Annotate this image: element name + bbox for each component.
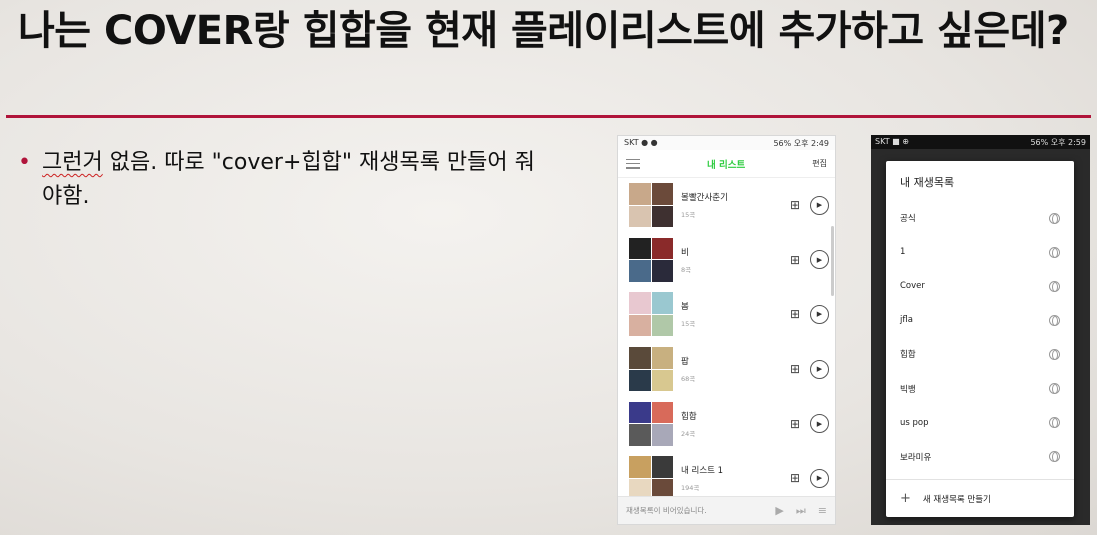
status-time: 56% 오후 2:49 (773, 139, 829, 148)
playlist-info: 봄 15곡 (681, 300, 788, 328)
playlist-row[interactable]: 힙합 24곡 ⊞ ▶ (618, 396, 835, 451)
plus-icon: + (900, 491, 911, 506)
album-art-thumbnail (629, 292, 673, 337)
playlist-row[interactable]: 봄 15곡 ⊞ ▶ (618, 287, 835, 342)
dialog-playlist-name: 보라미유 (900, 452, 932, 463)
new-playlist-button[interactable]: + 새 재생목록 만들기 (886, 479, 1074, 517)
dialog-playlist-row[interactable]: 1 (886, 235, 1074, 269)
playlist-dialog: 내 재생목록 공식 1 Cover jfla 힙합빅뱅 us pop 보라미유 + 새 재생… (886, 161, 1074, 517)
dialog-playlist-name: us pop (900, 417, 929, 428)
playlist-info: 비 8곡 (681, 246, 788, 274)
status-time: 56% 오후 2:59 (1030, 138, 1086, 147)
album-art-thumbnail (629, 456, 673, 501)
play-button[interactable]: ▶ (810, 414, 829, 434)
playlist-name: 볼빨간사춘기 (681, 193, 728, 204)
bullet-dot-icon: • (18, 150, 31, 175)
album-art-thumbnail (629, 347, 673, 392)
playlist-name: 봄 (681, 302, 689, 313)
title-divider (6, 115, 1091, 118)
gift-icon[interactable]: ⊞ (788, 307, 802, 321)
playlist-name: 힙합 (681, 411, 697, 422)
dialog-playlist-name: 힙합 (900, 350, 916, 361)
play-icon[interactable]: ▶ (775, 504, 783, 517)
album-art-thumbnail (629, 183, 673, 228)
play-button[interactable]: ▶ (810, 304, 829, 324)
hamburger-menu-icon[interactable] (626, 158, 640, 169)
phone-screenshot-playlist-dialog: SKT ■ ⊕ 56% 오후 2:59 내 재생목록 공식 1 Cover jfla 힙… (871, 135, 1090, 525)
globe-icon (1049, 212, 1060, 224)
dialog-playlist-row[interactable]: 빅뱅 (886, 371, 1074, 405)
playlist-name: 내 리스트 1 (681, 466, 724, 477)
scrollbar[interactable] (831, 226, 834, 296)
playlist-row[interactable]: 팝 68곡 ⊞ ▶ (618, 342, 835, 397)
dialog-playlist-row[interactable]: 보라미유 (886, 440, 1074, 474)
status-bar: SKT ● ● 56% 오후 2:49 (618, 136, 835, 150)
globe-icon (1049, 280, 1060, 292)
edit-button[interactable]: 편집 (812, 158, 827, 169)
queue-icon[interactable]: ≡ (818, 504, 827, 517)
globe-icon (1049, 451, 1060, 463)
play-button[interactable]: ▶ (810, 468, 829, 488)
globe-icon (1049, 348, 1060, 360)
playlist-track-count: 194곡 (681, 484, 700, 493)
playlist-info: 팝 68곡 (681, 355, 788, 383)
gift-icon[interactable]: ⊞ (788, 471, 802, 485)
next-icon[interactable]: ⏭ (796, 504, 806, 518)
play-button[interactable]: ▶ (810, 195, 829, 215)
bullet-text: 그런거 없음. 따로 "cover+힙합" 재생목록 만들어 줘야함. (42, 146, 538, 214)
dialog-playlist-row[interactable]: Cover (886, 269, 1074, 303)
playlist-name: 비 (681, 247, 689, 258)
dialog-playlist-name: 1 (900, 247, 906, 258)
playlist-list: 볼빨간사춘기 15곡 ⊞ ▶ 비 8곡 ⊞ ▶ 봄 15곡 ⊞ ▶ 팝 68곡 ⊞ ▶ 힙합 24곡 ⊞ ▶ 내 리스트… (618, 178, 835, 506)
playlist-row[interactable]: 볼빨간사춘기 15곡 ⊞ ▶ (618, 178, 835, 233)
mini-player: 재생목록이 비어있습니다. ▶ ⏭ ≡ (618, 496, 835, 524)
slide-title: 나는 COVER랑 힙합을 현재 플레이리스트에 추가하고 싶은데? (18, 8, 1069, 54)
app-header: 내 리스트 편집 (618, 150, 835, 178)
dialog-playlist-row[interactable]: us pop (886, 406, 1074, 440)
album-art-thumbnail (629, 237, 673, 282)
status-carrier: SKT ■ ⊕ (875, 137, 909, 146)
gift-icon[interactable]: ⊞ (788, 362, 802, 376)
bullet-underlined-word: 그런거 (42, 150, 103, 175)
status-carrier: SKT ● ● (624, 138, 658, 147)
dialog-playlist-name: Cover (900, 281, 925, 292)
dialog-playlist-row[interactable]: 힙합 (886, 337, 1074, 371)
gift-icon[interactable]: ⊞ (788, 198, 802, 212)
new-playlist-label: 새 재생목록 만들기 (922, 494, 991, 505)
playlist-track-count: 8곡 (681, 265, 692, 274)
dialog-playlist-name: 공식 (900, 214, 916, 225)
album-art-thumbnail (629, 401, 673, 446)
dialog-title: 내 재생목록 (900, 176, 955, 189)
dialog-playlist-row[interactable]: 공식 (886, 201, 1074, 235)
playlist-info: 볼빨간사춘기 15곡 (681, 191, 788, 219)
dialog-playlist-name: jfla (900, 315, 913, 326)
dialog-playlist-name: 빅뱅 (900, 384, 916, 395)
globe-icon (1049, 314, 1060, 326)
play-button[interactable]: ▶ (810, 359, 829, 379)
globe-icon (1049, 383, 1060, 395)
playlist-track-count: 15곡 (681, 320, 696, 329)
dialog-playlist-row[interactable]: jfla (886, 303, 1074, 337)
player-status-text: 재생목록이 비어있습니다. (626, 506, 707, 515)
header-title: 내 리스트 (706, 159, 746, 171)
dialog-playlist-list: 공식 1 Cover jfla 힙합빅뱅 us pop 보라미유 (886, 201, 1074, 474)
bullet-rest: 없음. 따로 "cover+힙합" 재생목록 만들어 줘야함. (42, 150, 535, 209)
playlist-row[interactable]: 비 8곡 ⊞ ▶ (618, 233, 835, 288)
phone-screenshot-my-list: SKT ● ● 56% 오후 2:49 내 리스트 편집 볼빨간사춘기 15곡 ⊞ ▶… (617, 135, 836, 525)
play-button[interactable]: ▶ (810, 250, 829, 270)
gift-icon[interactable]: ⊞ (788, 417, 802, 431)
playlist-track-count: 24곡 (681, 429, 696, 438)
globe-icon (1049, 417, 1060, 429)
gift-icon[interactable]: ⊞ (788, 253, 802, 267)
status-bar: SKT ■ ⊕ 56% 오후 2:59 (871, 135, 1090, 149)
bullet-point: • 그런거 없음. 따로 "cover+힙합" 재생목록 만들어 줘야함. (18, 146, 538, 214)
playlist-track-count: 68곡 (681, 375, 696, 384)
playlist-info: 힙합 24곡 (681, 410, 788, 438)
playlist-track-count: 15곡 (681, 211, 696, 220)
playlist-name: 팝 (681, 357, 689, 368)
globe-icon (1049, 246, 1060, 258)
playlist-info: 내 리스트 1 194곡 (681, 464, 788, 492)
